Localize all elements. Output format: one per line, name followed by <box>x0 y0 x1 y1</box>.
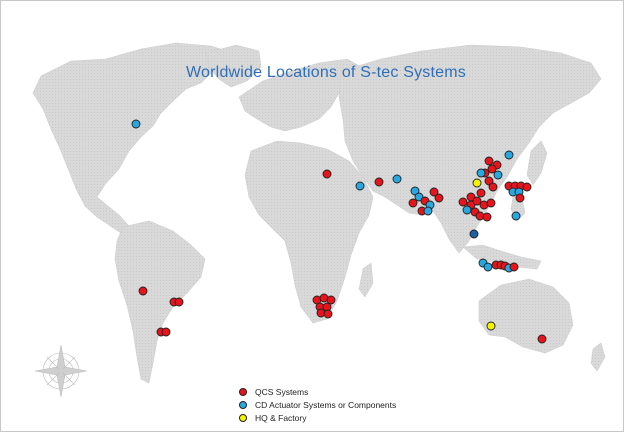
legend-label: QCS Systems <box>255 386 309 397</box>
qcs-marker[interactable] <box>486 198 496 208</box>
cd-actuator-marker[interactable] <box>355 181 365 191</box>
australia <box>478 278 574 354</box>
qcs-marker[interactable] <box>408 198 418 208</box>
cd-actuator-marker[interactable] <box>131 119 141 129</box>
qcs-marker[interactable] <box>537 334 547 344</box>
qcs-marker[interactable] <box>322 169 332 179</box>
cd-actuator-marker[interactable] <box>504 150 514 160</box>
hq-factory-marker[interactable] <box>472 178 482 188</box>
map-frame: Worldwide Locations of S-tec Systems QCS… <box>0 0 624 432</box>
qcs-marker[interactable] <box>484 156 494 166</box>
qcs-marker[interactable] <box>323 309 333 319</box>
south-america <box>114 220 206 384</box>
africa <box>244 140 374 324</box>
cd-actuator-marker[interactable] <box>493 170 503 180</box>
legend-item-qcs: QCS Systems <box>239 385 396 398</box>
hq-factory-marker[interactable] <box>486 321 496 331</box>
qcs-marker[interactable] <box>476 188 486 198</box>
qcs-marker[interactable] <box>434 193 444 203</box>
compass-rose-icon <box>34 344 88 398</box>
new-zealand <box>590 342 606 372</box>
cd-actuator-marker[interactable] <box>423 206 433 216</box>
hq-factory-marker-icon <box>239 413 247 422</box>
legend-label: HQ & Factory <box>255 412 307 423</box>
qcs-marker[interactable] <box>374 177 384 187</box>
cd-actuator-marker[interactable] <box>469 229 479 239</box>
cd-actuator-marker[interactable] <box>511 211 521 221</box>
qcs-marker[interactable] <box>509 262 519 272</box>
cd-actuator-marker[interactable] <box>476 168 486 178</box>
cd-actuator-marker-icon <box>239 400 247 409</box>
japan <box>526 140 548 186</box>
qcs-marker[interactable] <box>138 286 148 296</box>
qcs-marker[interactable] <box>458 197 468 207</box>
qcs-marker[interactable] <box>161 327 171 337</box>
legend-item-hq-factory: HQ & Factory <box>239 411 396 424</box>
qcs-marker[interactable] <box>482 212 492 222</box>
qcs-marker[interactable] <box>488 182 498 192</box>
cd-actuator-marker[interactable] <box>392 174 402 184</box>
map-title: Worldwide Locations of S-tec Systems <box>186 64 466 81</box>
qcs-marker-icon <box>239 387 247 396</box>
legend-label: CD Actuator Systems or Components <box>255 399 397 410</box>
legend: QCS Systems CD Actuator Systems or Compo… <box>239 385 396 424</box>
qcs-marker[interactable] <box>515 193 525 203</box>
qcs-marker[interactable] <box>174 297 184 307</box>
madagascar <box>358 262 374 298</box>
legend-item-cd-actuator: CD Actuator Systems or Components <box>239 398 396 411</box>
qcs-marker[interactable] <box>522 182 532 192</box>
cd-actuator-marker[interactable] <box>462 205 472 215</box>
cd-actuator-marker[interactable] <box>483 262 493 272</box>
